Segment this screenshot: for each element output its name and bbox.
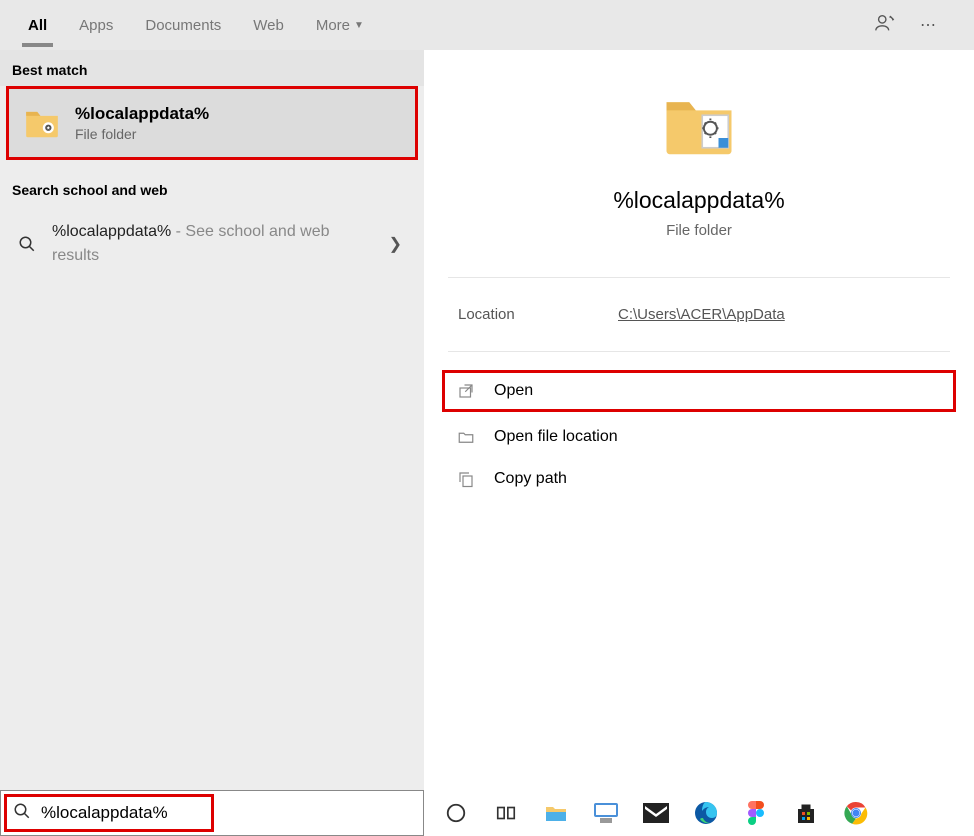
tabs-bar: All Apps Documents Web More ▼ ⋯ <box>0 0 974 50</box>
folder-icon <box>23 104 61 142</box>
chevron-down-icon: ▼ <box>354 20 364 31</box>
preview-panel: %localappdata% File folder Location C:\U… <box>424 50 974 790</box>
action-copy-path-label: Copy path <box>494 470 567 488</box>
chevron-right-icon[interactable]: ❯ <box>383 234 408 254</box>
open-icon <box>456 382 476 400</box>
search-input[interactable] <box>41 803 411 823</box>
divider <box>448 351 950 352</box>
location-path[interactable]: C:\Users\ACER\AppData <box>618 306 785 323</box>
tab-documents[interactable]: Documents <box>129 4 237 47</box>
results-panel: Best match %localappdata% File folder Se… <box>0 50 424 790</box>
search-icon <box>13 802 31 825</box>
feedback-icon[interactable] <box>874 12 896 39</box>
web-result[interactable]: %localappdata% - See school and web resu… <box>0 206 424 282</box>
divider <box>448 277 950 278</box>
cortana-icon[interactable] <box>442 799 470 827</box>
action-open-location[interactable]: Open file location <box>442 416 956 458</box>
mail-icon[interactable] <box>642 799 670 827</box>
web-result-query: %localappdata% <box>52 223 171 240</box>
figma-icon[interactable] <box>742 799 770 827</box>
file-explorer-icon[interactable] <box>542 799 570 827</box>
tab-apps[interactable]: Apps <box>63 4 129 47</box>
best-match-result[interactable]: %localappdata% File folder <box>6 86 418 160</box>
chrome-icon[interactable] <box>842 799 870 827</box>
preview-subtitle: File folder <box>444 222 954 239</box>
task-view-icon[interactable] <box>492 799 520 827</box>
folder-open-icon <box>456 428 476 446</box>
copy-icon <box>456 470 476 488</box>
preview-title: %localappdata% <box>444 187 954 214</box>
action-open-location-label: Open file location <box>494 428 618 446</box>
school-web-header: Search school and web <box>0 168 424 206</box>
edge-icon[interactable] <box>692 799 720 827</box>
action-open[interactable]: Open <box>442 370 956 412</box>
tab-web[interactable]: Web <box>237 4 300 47</box>
preview-folder-icon <box>660 86 738 164</box>
best-match-subtitle: File folder <box>75 126 209 142</box>
tab-more[interactable]: More ▼ <box>300 4 380 47</box>
action-open-label: Open <box>494 382 533 400</box>
more-options-icon[interactable]: ⋯ <box>920 15 938 35</box>
best-match-title: %localappdata% <box>75 104 209 124</box>
location-label: Location <box>458 306 618 323</box>
store-icon[interactable] <box>792 799 820 827</box>
tab-more-label: More <box>316 17 350 34</box>
app-icon-1[interactable] <box>592 799 620 827</box>
tab-all[interactable]: All <box>12 4 63 47</box>
taskbar <box>424 790 974 836</box>
search-box[interactable] <box>0 790 424 836</box>
search-icon <box>16 235 38 253</box>
best-match-header: Best match <box>0 50 424 86</box>
action-copy-path[interactable]: Copy path <box>442 458 956 500</box>
